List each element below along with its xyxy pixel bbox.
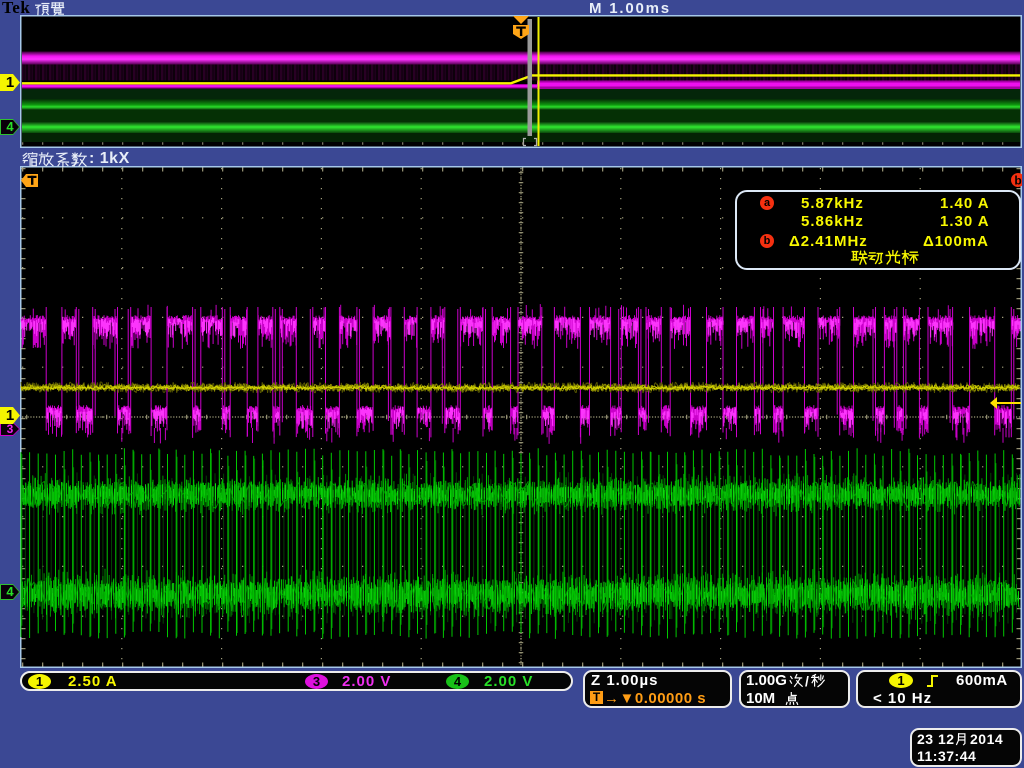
svg-text:/: /	[805, 673, 809, 689]
svg-text:b: b	[1014, 174, 1021, 188]
